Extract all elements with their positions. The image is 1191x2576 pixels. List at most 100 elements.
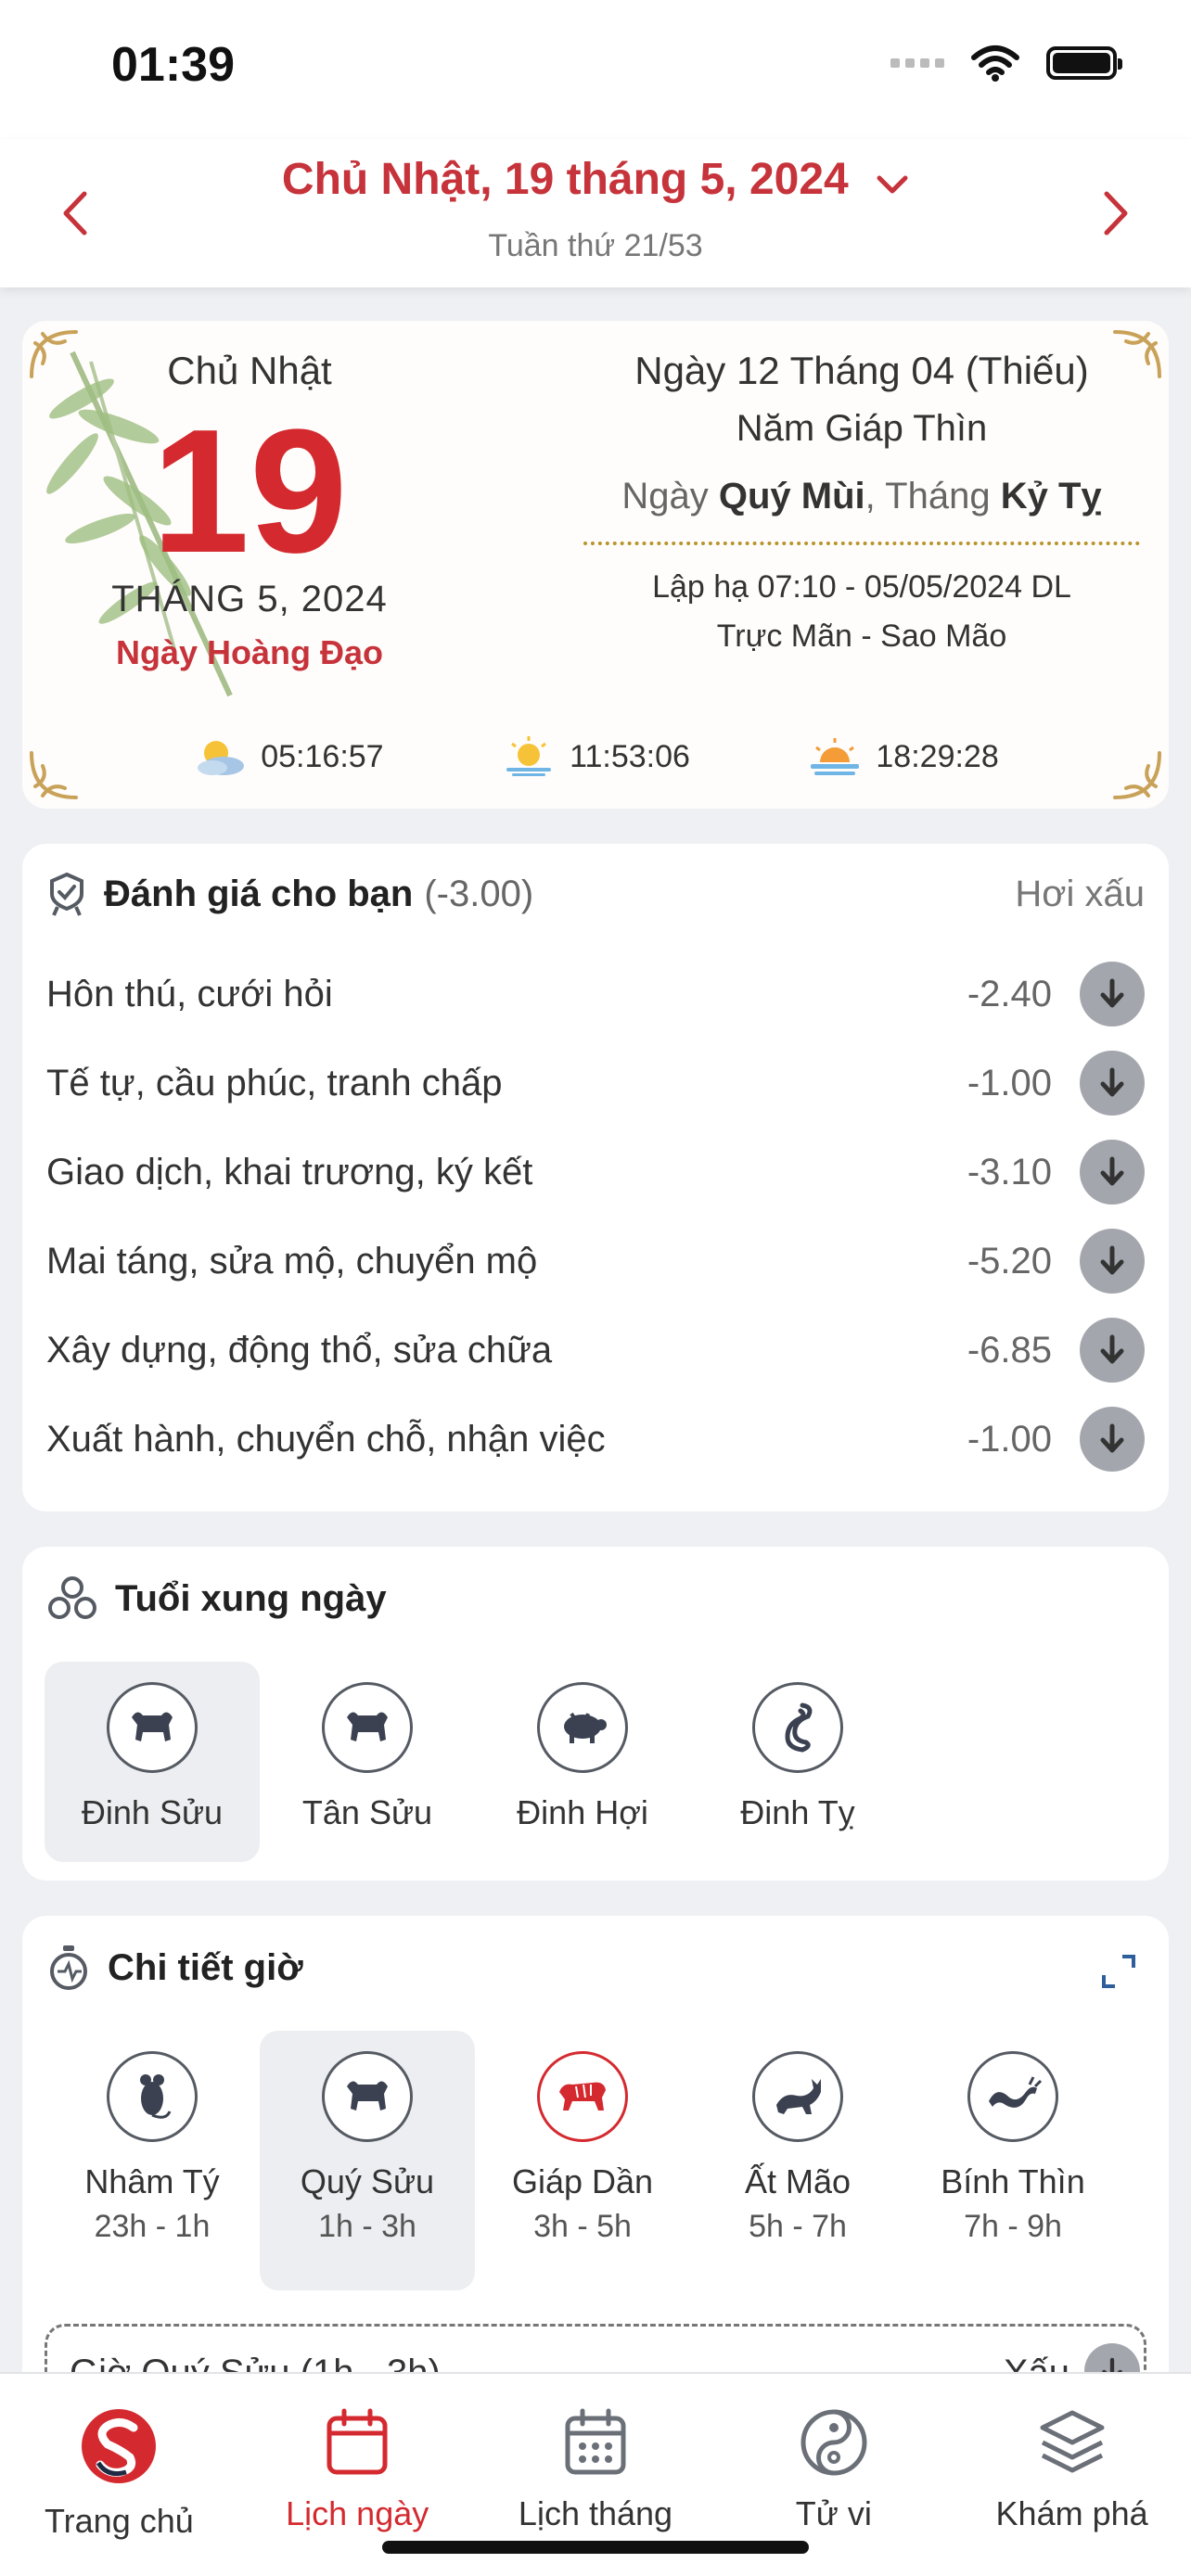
hour-tile[interactable]: Bính Thìn 7h - 9h <box>905 2031 1121 2290</box>
rat-icon <box>107 2051 198 2142</box>
sunset-icon <box>811 738 860 775</box>
badge-icon <box>50 872 83 916</box>
tab-home[interactable]: Trang chủ <box>0 2374 238 2576</box>
hour-tile[interactable]: Nhâm Tý 23h - 1h <box>45 2031 260 2290</box>
sunrise-time: 05:16:57 <box>192 736 384 777</box>
dotted-divider <box>583 542 1140 545</box>
rating-row[interactable]: Giao dịch, khai trương, ký kết -3.10 <box>46 1135 1145 1209</box>
pig-icon <box>537 1682 628 1773</box>
expand-down-button[interactable] <box>1080 1051 1145 1116</box>
arrow-down-icon <box>1100 1334 1124 1364</box>
zodiac-label: Tân Sửu <box>301 1793 433 1831</box>
sunset-time: 18:29:28 <box>807 736 999 777</box>
sunset-value: 18:29:28 <box>876 738 999 774</box>
zodiac-tile[interactable]: Tân Sửu <box>260 1662 475 1862</box>
dragon-icon <box>967 2051 1058 2142</box>
hour-details-header: Chi tiết giờ <box>46 1944 1145 1992</box>
app-logo-icon <box>82 2409 157 2483</box>
rating-card: Đánh giá cho bạn (-3.00) Hơi xấu Hôn thú… <box>22 844 1169 1511</box>
conflicting-ages-card: Tuổi xung ngày Đinh Sửu Tân Sửu Đinh Hợi… <box>22 1547 1169 1881</box>
sunrise-value: 05:16:57 <box>261 738 384 774</box>
arrow-down-icon <box>1100 1245 1124 1275</box>
tab-label: Lịch tháng <box>518 2494 673 2532</box>
weekday: Chủ Nhật <box>167 349 332 392</box>
tab-explore[interactable]: Khám phá <box>953 2374 1191 2576</box>
hour-time: 7h - 9h <box>964 2209 1062 2244</box>
expand-down-button[interactable] <box>1080 962 1145 1027</box>
ox-icon <box>322 2051 413 2142</box>
rating-title: Đánh giá cho bạn <box>104 873 414 914</box>
rating-label: Mai táng, sửa mộ, chuyển mộ <box>46 1240 538 1282</box>
canchi-day-prefix: Ngày <box>621 476 709 516</box>
rating-row[interactable]: Tế tự, cầu phúc, tranh chấp -1.00 <box>46 1046 1145 1120</box>
arrow-down-icon <box>1100 978 1124 1008</box>
stopwatch-icon <box>50 1945 87 1990</box>
rating-row[interactable]: Hôn thú, cưới hỏi -2.40 <box>46 957 1145 1031</box>
noon-sun-icon <box>506 736 552 776</box>
rating-value: -3.10 <box>967 1151 1052 1192</box>
hour-tile[interactable]: Giáp Dần 3h - 5h <box>475 2031 690 2290</box>
tab-label: Tử vi <box>795 2494 872 2532</box>
conflicting-ages-list: Đinh Sửu Tân Sửu Đinh Hợi Đinh Tỵ <box>45 1662 905 1862</box>
conflicting-ages-title: Tuổi xung ngày <box>115 1577 387 1619</box>
expand-down-button[interactable] <box>1080 1318 1145 1383</box>
noon-time: 11:53:06 <box>501 736 690 777</box>
expand-button[interactable] <box>1100 1953 1137 1995</box>
ox-icon <box>322 1682 413 1773</box>
zodiac-knot-icon <box>48 1576 96 1619</box>
hour-label: Quý Sửu <box>300 2162 435 2200</box>
expand-down-button[interactable] <box>1080 1229 1145 1294</box>
layers-icon <box>1040 2410 1105 2473</box>
cellular-signal-icon <box>890 58 944 68</box>
rating-row[interactable]: Xuất hành, chuyển chỗ, nhận việc -1.00 <box>46 1402 1145 1476</box>
expand-down-button[interactable] <box>1080 1140 1145 1205</box>
date-card: Chủ Nhật 19 THÁNG 5, 2024 Ngày Hoàng Đạo… <box>22 321 1169 809</box>
wifi-icon <box>971 45 1019 82</box>
lunar-date: Ngày 12 Tháng 04 (Thiếu) <box>634 349 1089 392</box>
expand-down-button[interactable] <box>1080 1407 1145 1472</box>
canchi-day: Quý Mùi <box>718 476 865 516</box>
tab-label: Lịch ngày <box>286 2494 429 2532</box>
chevron-right-icon <box>1104 191 1128 236</box>
rating-verdict: Hơi xấu <box>1015 873 1145 914</box>
zodiac-tile[interactable]: Đinh Hợi <box>475 1662 690 1862</box>
status-bar: 01:39 <box>0 0 1191 139</box>
zodiac-tile[interactable]: Đinh Tỵ <box>690 1662 905 1862</box>
tab-label: Trang chủ <box>45 2502 194 2540</box>
status-time: 01:39 <box>111 38 235 92</box>
date-header: Chủ Nhật, 19 tháng 5, 2024 Tuần thứ 21/5… <box>0 139 1191 287</box>
solar-term: Lập hạ 07:10 - 05/05/2024 DL <box>652 569 1071 605</box>
rating-row[interactable]: Xây dựng, động thổ, sửa chữa -6.85 <box>46 1313 1145 1387</box>
hour-tile[interactable]: Quý Sửu 1h - 3h <box>260 2031 475 2290</box>
week-number: Tuần thứ 21/53 <box>488 228 703 263</box>
ox-icon <box>107 1682 198 1773</box>
zodiac-label: Đinh Tỵ <box>740 1793 855 1831</box>
rating-header: Đánh giá cho bạn (-3.00) Hơi xấu <box>46 872 1145 916</box>
hour-label: Giáp Dần <box>511 2162 654 2200</box>
yin-yang-icon <box>800 2409 867 2476</box>
noon-value: 11:53:06 <box>570 738 690 774</box>
home-indicator <box>382 2541 809 2554</box>
arrow-down-icon <box>1100 1156 1124 1186</box>
canchi-month: Kỷ Tỵ <box>1000 476 1102 516</box>
expand-icon <box>1102 1955 1135 1988</box>
chevron-down-icon <box>876 157 909 208</box>
sunrise-icon <box>198 741 245 775</box>
snake-icon <box>752 1682 843 1773</box>
lunar-date-info: Ngày 12 Tháng 04 (Thiếu) Năm Giáp Thìn N… <box>528 349 1191 655</box>
lunar-year: Năm Giáp Thìn <box>736 408 988 449</box>
hour-tile[interactable]: Ất Mão 5h - 7h <box>690 2031 905 2290</box>
rating-value: -1.00 <box>967 1418 1052 1460</box>
rating-label: Xây dựng, động thổ, sửa chữa <box>46 1329 553 1371</box>
canchi-month-prefix: , Tháng <box>864 476 991 516</box>
zodiac-tile[interactable]: Đinh Sửu <box>45 1662 260 1862</box>
arrow-down-icon <box>1100 1067 1124 1097</box>
battery-icon <box>1046 46 1122 80</box>
canchi: Ngày Quý Mùi, Tháng Kỷ Tỵ <box>528 476 1191 517</box>
hour-details-title: Chi tiết giờ <box>108 1946 303 1988</box>
date-picker-toggle[interactable]: Chủ Nhật, 19 tháng 5, 2024 <box>0 154 1191 208</box>
next-day-button[interactable] <box>1080 176 1154 250</box>
rating-row[interactable]: Mai táng, sửa mộ, chuyển mộ -5.20 <box>46 1224 1145 1298</box>
day-quality: Ngày Hoàng Đạo <box>115 633 384 671</box>
rating-value: -2.40 <box>967 973 1052 1014</box>
